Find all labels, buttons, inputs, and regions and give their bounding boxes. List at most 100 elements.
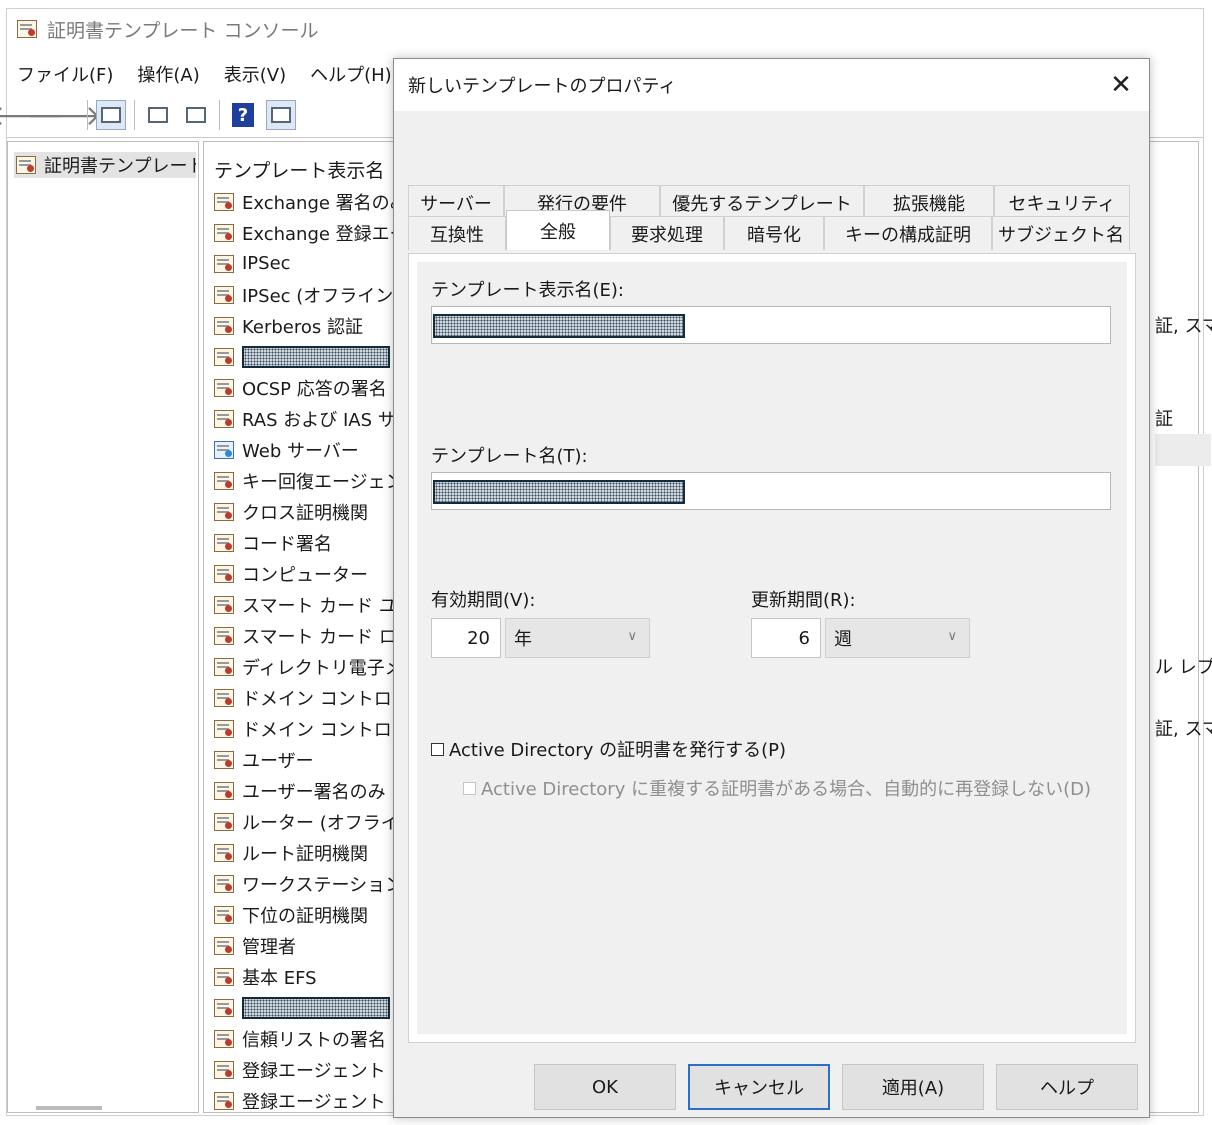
list-item-label: ユーザー署名のみ [242, 781, 386, 803]
tab-superseded-templates[interactable]: 優先するテンプレート [660, 185, 864, 219]
redacted-value [242, 345, 390, 368]
certificate-icon [214, 998, 234, 1017]
menu-file[interactable]: ファイル(F) [17, 61, 113, 87]
redacted-value [433, 480, 685, 504]
console-titlebar: 証明書テンプレート コンソール [7, 9, 1203, 49]
list-item-label: コンピューター [242, 564, 368, 586]
toolbar-separator [219, 100, 220, 130]
publish-in-ad-checkbox-row[interactable]: Active Directory の証明書を発行する(P) [431, 736, 786, 762]
list-item-label: 下位の証明機関 [242, 905, 368, 927]
tab-general[interactable]: 全般 [506, 210, 610, 250]
list-item-label: コード署名 [242, 533, 332, 555]
list-item-label: ユーザー [242, 750, 314, 772]
selected-row-highlight [1155, 434, 1211, 466]
certificate-icon [214, 533, 234, 552]
certificate-icon [214, 812, 234, 831]
certificate-icon [214, 595, 234, 614]
list-item-label: OCSP 応答の署名 [242, 378, 387, 400]
chevron-down-icon: ∨ [947, 629, 957, 644]
certificate-icon [214, 936, 234, 955]
renewal-unit-value: 週 [834, 629, 852, 650]
menu-help[interactable]: ヘルプ(H) [310, 61, 392, 87]
certificate-icon [214, 254, 234, 273]
list-item-label: 信頼リストの署名 [242, 1029, 386, 1051]
list-cell-fragment: 証, スマ [1155, 719, 1212, 740]
help-button[interactable]: ヘルプ [996, 1064, 1138, 1110]
ok-button[interactable]: OK [534, 1064, 676, 1110]
certificate-icon [214, 223, 234, 242]
validity-unit-select[interactable]: 年 ∨ [505, 618, 650, 658]
tree-root-label: 証明書テンプレート ( [44, 156, 196, 177]
menu-action[interactable]: 操作(A) [137, 61, 199, 87]
dialog-titlebar: 新しいテンプレートのプロパティ [394, 59, 1149, 111]
no-reenroll-checkbox-row: Active Directory に重複する証明書がある場合、自動的に再登録しな… [463, 775, 1091, 801]
export-list-icon[interactable] [181, 100, 211, 130]
tab-extensions[interactable]: 拡張機能 [864, 185, 994, 219]
validity-unit-value: 年 [514, 629, 532, 650]
certificate-icon [214, 316, 234, 335]
list-item-label: Web サーバー [242, 440, 359, 462]
renewal-unit-select[interactable]: 週 ∨ [825, 618, 970, 658]
display-name-input[interactable] [431, 306, 1111, 344]
redacted-value [433, 314, 685, 338]
apply-button[interactable]: 適用(A) [842, 1064, 984, 1110]
dialog-title: 新しいテンプレートのプロパティ [408, 76, 677, 97]
certificate-icon [214, 781, 234, 800]
redacted-value [242, 996, 390, 1019]
certificate-icon [214, 471, 234, 490]
list-item-label: クロス証明機関 [242, 502, 368, 524]
toolbar-separator [87, 100, 88, 130]
menu-bar: ファイル(F) 操作(A) 表示(V) ヘルプ(H) [7, 57, 416, 91]
list-cell-fragment: 証 [1155, 409, 1173, 430]
certificate-icon [214, 843, 234, 862]
certificate-icon [16, 156, 36, 174]
renewal-period-input[interactable]: 6 [751, 618, 821, 658]
template-name-label: テンプレート名(T): [431, 446, 588, 467]
certificate-app-icon [17, 20, 37, 38]
publish-in-ad-label: Active Directory の証明書を発行する(P) [449, 740, 786, 761]
list-cell-fragment: 証, スマ [1155, 316, 1212, 337]
chevron-down-icon: ∨ [627, 629, 637, 644]
certificate-icon [214, 564, 234, 583]
validity-period-input[interactable]: 20 [431, 618, 501, 658]
tab-request-handling[interactable]: 要求処理 [610, 216, 724, 250]
properties-icon[interactable] [143, 100, 173, 130]
tab-server[interactable]: サーバー [408, 185, 504, 219]
horizontal-scrollbar[interactable] [36, 1106, 102, 1110]
list-item-label: Exchange 登録エー [242, 223, 408, 245]
forward-arrow-icon[interactable]: 🡒 [26, 99, 101, 132]
tab-security[interactable]: セキュリティ [994, 185, 1130, 219]
template-name-input[interactable] [431, 472, 1111, 510]
list-item-label: Exchange 署名のみ [242, 192, 408, 214]
column-header-display-name[interactable]: テンプレート表示名 [214, 156, 384, 183]
certificate-icon [214, 285, 234, 304]
toolbar: 🡐 🡒 ? [0, 95, 397, 135]
help-icon[interactable]: ? [228, 100, 258, 130]
certificate-icon [214, 378, 234, 397]
publish-in-ad-checkbox[interactable] [431, 742, 444, 756]
tab-key-attestation[interactable]: キーの構成証明 [824, 216, 992, 250]
show-hide-console-tree-icon[interactable] [96, 100, 126, 130]
certificate-icon [214, 750, 234, 769]
tab-subject-name[interactable]: サブジェクト名 [992, 216, 1130, 250]
certificate-icon [214, 874, 234, 893]
no-reenroll-label: Active Directory に重複する証明書がある場合、自動的に再登録しな… [481, 779, 1091, 800]
cancel-button[interactable]: キャンセル [688, 1064, 830, 1110]
tree-root-certificate-templates[interactable]: 証明書テンプレート ( [14, 152, 196, 178]
certificate-icon [214, 1029, 234, 1048]
list-item-label: 基本 EFS [242, 967, 317, 989]
display-name-label: テンプレート表示名(E): [431, 280, 624, 301]
general-tab-content: テンプレート表示名(E): テンプレート名(T): 有効期間(V): 20 年 … [417, 262, 1127, 1034]
tab-compatibility[interactable]: 互換性 [408, 216, 506, 250]
certificate-icon [214, 192, 234, 211]
tab-cryptography[interactable]: 暗号化 [724, 216, 824, 250]
show-hide-action-pane-icon[interactable] [266, 100, 296, 130]
list-item-label: 管理者 [242, 936, 296, 958]
certificate-icon [214, 347, 234, 366]
menu-view[interactable]: 表示(V) [224, 61, 286, 87]
certificate-icon [214, 409, 234, 428]
tab-row-front: 互換性 全般 要求処理 暗号化 キーの構成証明 サブジェクト名 [408, 210, 1130, 250]
renewal-period-label: 更新期間(R): [751, 590, 856, 611]
list-item-label: ルート証明機関 [242, 843, 368, 865]
close-icon[interactable]: ✕ [1103, 67, 1139, 103]
